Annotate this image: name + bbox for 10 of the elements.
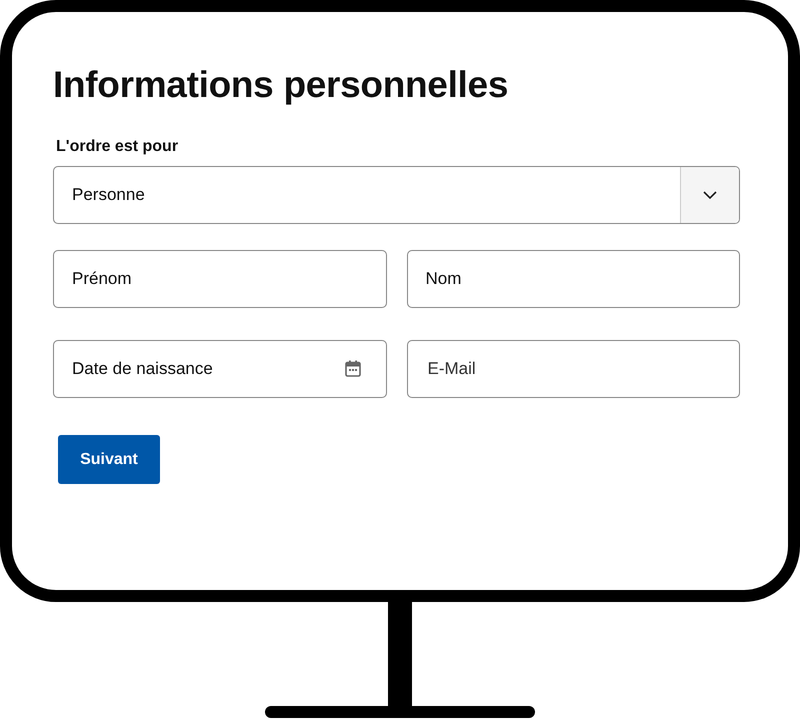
date-field[interactable]: Date de naissance (53, 340, 386, 398)
field-label: L'ordre est pour (56, 137, 178, 157)
text-field[interactable]: Prénom (53, 250, 386, 308)
next-button[interactable]: Suivant (58, 435, 160, 484)
form-title: Informations personnelles (53, 63, 508, 107)
text-field[interactable]: E-Mail (406, 340, 740, 398)
text-field[interactable]: Nom (406, 250, 740, 308)
chevron-icon (703, 191, 717, 199)
select-field[interactable]: Personne (53, 166, 740, 224)
calendar-icon (344, 360, 360, 377)
